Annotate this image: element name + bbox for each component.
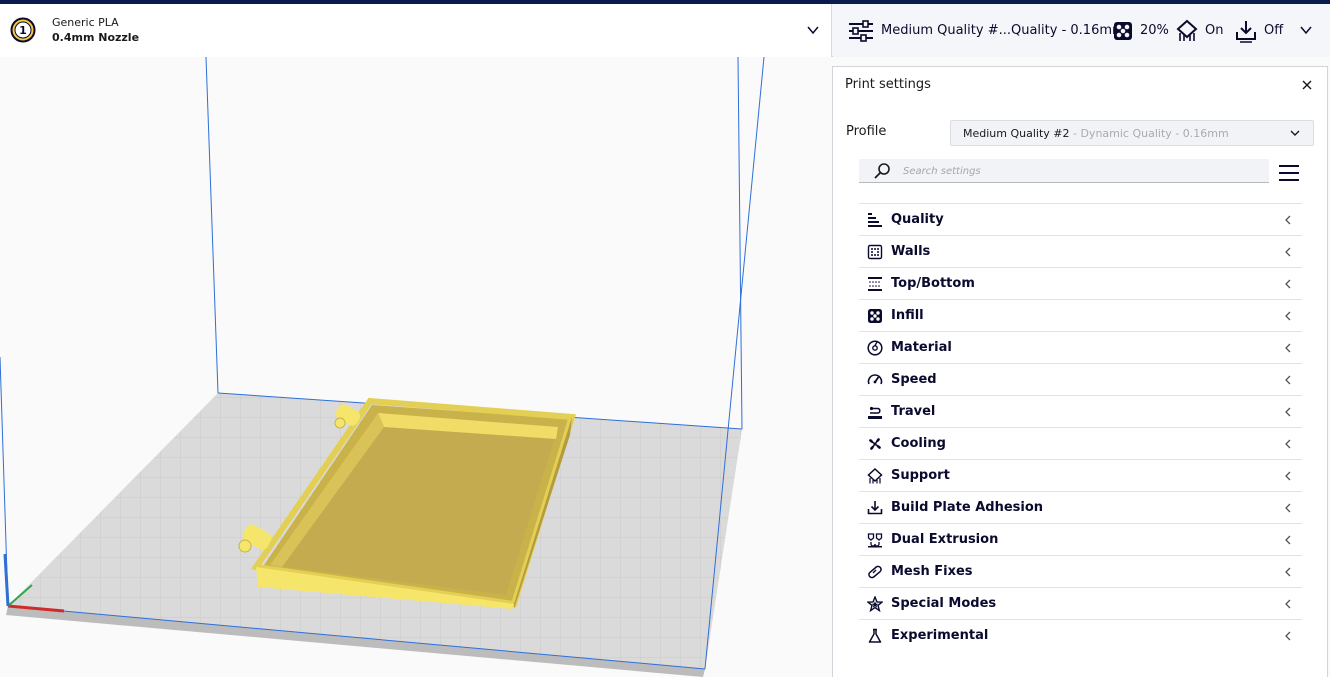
- cooling-icon: [869, 438, 881, 450]
- settings-category-label: Special Modes: [891, 596, 997, 611]
- nozzle-size: 0.4mm Nozzle: [52, 31, 140, 44]
- mesh-fixes-icon: [868, 565, 882, 579]
- settings-category-label: Quality: [891, 212, 944, 227]
- settings-category-label: Experimental: [891, 628, 989, 643]
- summary-support-value: On: [1205, 23, 1224, 38]
- z-axis-indicator: [3, 553, 10, 607]
- hamburger-menu-icon[interactable]: [1279, 164, 1299, 182]
- profile-dropdown-value: Medium Quality #2 - Dynamic Quality - 0.…: [963, 127, 1229, 140]
- settings-category-list: Quality Walls Top/Bottom Infill Material Spee…: [859, 203, 1302, 651]
- chevron-left-icon[interactable]: [1283, 246, 1293, 258]
- summary-profile-label: Medium Quality #...Quality - 0.16mm: [881, 23, 1125, 38]
- material-name: Generic PLA: [52, 16, 119, 29]
- summary-adhesion-value: Off: [1264, 23, 1284, 38]
- profile-dropdown[interactable]: Medium Quality #2 - Dynamic Quality - 0.…: [950, 120, 1314, 146]
- settings-category-label: Infill: [891, 308, 924, 323]
- extruder-number: 1: [19, 24, 27, 37]
- close-icon[interactable]: [1299, 77, 1315, 93]
- settings-category-label: Speed: [891, 372, 937, 387]
- sliders-icon: [849, 19, 873, 42]
- experimental-icon: [868, 628, 882, 643]
- build-volume-line: [704, 57, 765, 670]
- settings-category-cooling[interactable]: Cooling: [859, 427, 1302, 459]
- chevron-down-icon: [1290, 130, 1300, 136]
- settings-search-box[interactable]: [859, 159, 1269, 183]
- chevron-left-icon[interactable]: [1283, 278, 1293, 290]
- settings-category-label: Support: [891, 468, 950, 483]
- build-plate-adhesion-icon: [1236, 20, 1256, 43]
- cura-window: 1 Generic PLA 0.4mm Nozzle Medium Qualit…: [0, 0, 1330, 677]
- chevron-down-icon[interactable]: [1299, 23, 1313, 37]
- settings-category-material[interactable]: Material: [859, 331, 1302, 363]
- material-icon: [867, 340, 883, 356]
- chevron-left-icon[interactable]: [1283, 214, 1293, 226]
- chevron-left-icon[interactable]: [1283, 566, 1293, 578]
- search-icon: [874, 163, 890, 179]
- settings-category-label: Top/Bottom: [891, 276, 975, 291]
- summary-infill[interactable]: 20%: [1112, 4, 1169, 57]
- settings-category-label: Mesh Fixes: [891, 564, 973, 579]
- build-volume-line: [737, 57, 743, 430]
- settings-category-mesh-fixes[interactable]: Mesh Fixes: [859, 555, 1302, 587]
- header-bar: 1 Generic PLA 0.4mm Nozzle Medium Qualit…: [0, 4, 1330, 57]
- panel-title: Print settings: [845, 77, 931, 92]
- settings-category-infill[interactable]: Infill: [859, 299, 1302, 331]
- summary-profile[interactable]: Medium Quality #...Quality - 0.16mm: [847, 4, 1125, 57]
- quality-icon: [868, 213, 882, 227]
- extruder-selector[interactable]: 1 Generic PLA 0.4mm Nozzle: [0, 4, 832, 57]
- settings-category-label: Travel: [891, 404, 936, 419]
- settings-category-label: Dual Extrusion: [891, 532, 999, 547]
- settings-category-travel[interactable]: Travel: [859, 395, 1302, 427]
- chevron-left-icon[interactable]: [1283, 534, 1293, 546]
- summary-support[interactable]: On: [1175, 4, 1223, 57]
- settings-category-dual-extrusion[interactable]: Dual Extrusion: [859, 523, 1302, 555]
- settings-category-quality[interactable]: Quality: [859, 203, 1302, 235]
- settings-category-label: Build Plate Adhesion: [891, 500, 1044, 515]
- settings-category-experimental[interactable]: Experimental: [859, 619, 1302, 651]
- chevron-left-icon[interactable]: [1283, 502, 1293, 514]
- chevron-left-icon[interactable]: [1283, 342, 1293, 354]
- chevron-left-icon[interactable]: [1283, 374, 1293, 386]
- chevron-left-icon[interactable]: [1283, 470, 1293, 482]
- support-icon: [867, 468, 883, 484]
- chevron-down-icon[interactable]: [806, 23, 820, 37]
- chevron-left-icon[interactable]: [1283, 438, 1293, 450]
- settings-category-label: Material: [891, 340, 952, 355]
- settings-category-build-plate-adhesion[interactable]: Build Plate Adhesion: [859, 491, 1302, 523]
- support-icon: [1176, 19, 1198, 41]
- settings-category-walls[interactable]: Walls: [859, 235, 1302, 267]
- settings-category-support[interactable]: Support: [859, 459, 1302, 491]
- print-setup-summary[interactable]: Medium Quality #...Quality - 0.16mm 20%: [833, 4, 1330, 57]
- infill-icon: [868, 309, 882, 323]
- summary-adhesion[interactable]: Off: [1234, 4, 1283, 57]
- profile-detail: - Dynamic Quality - 0.16mm: [1069, 127, 1229, 140]
- extruder-badge-icon: 1: [10, 17, 36, 43]
- profile-label: Profile: [846, 124, 887, 139]
- chevron-left-icon[interactable]: [1283, 630, 1293, 642]
- speed-icon: [867, 374, 883, 385]
- chevron-left-icon[interactable]: [1283, 406, 1293, 418]
- summary-infill-value: 20%: [1140, 23, 1169, 38]
- build-plate-adhesion-icon: [867, 501, 883, 515]
- profile-name: Medium Quality #2: [963, 127, 1070, 140]
- chevron-left-icon[interactable]: [1283, 310, 1293, 322]
- settings-category-speed[interactable]: Speed: [859, 363, 1302, 395]
- travel-icon: [868, 406, 882, 419]
- settings-category-label: Walls: [891, 244, 931, 259]
- settings-category-special-modes[interactable]: Special Modes: [859, 587, 1302, 619]
- settings-category-label: Cooling: [891, 436, 946, 451]
- build-volume-line: [205, 57, 219, 394]
- chevron-left-icon[interactable]: [1283, 598, 1293, 610]
- infill-icon: [1114, 21, 1132, 40]
- dual-extrusion-icon: [867, 533, 883, 548]
- settings-category-top-bottom[interactable]: Top/Bottom: [859, 267, 1302, 299]
- special-modes-icon: [867, 596, 883, 612]
- walls-icon: [867, 244, 883, 260]
- search-input[interactable]: [903, 161, 1263, 181]
- print-settings-panel: Print settings Profile Medium Quality #2…: [832, 66, 1328, 677]
- top-bottom-icon: [868, 277, 882, 291]
